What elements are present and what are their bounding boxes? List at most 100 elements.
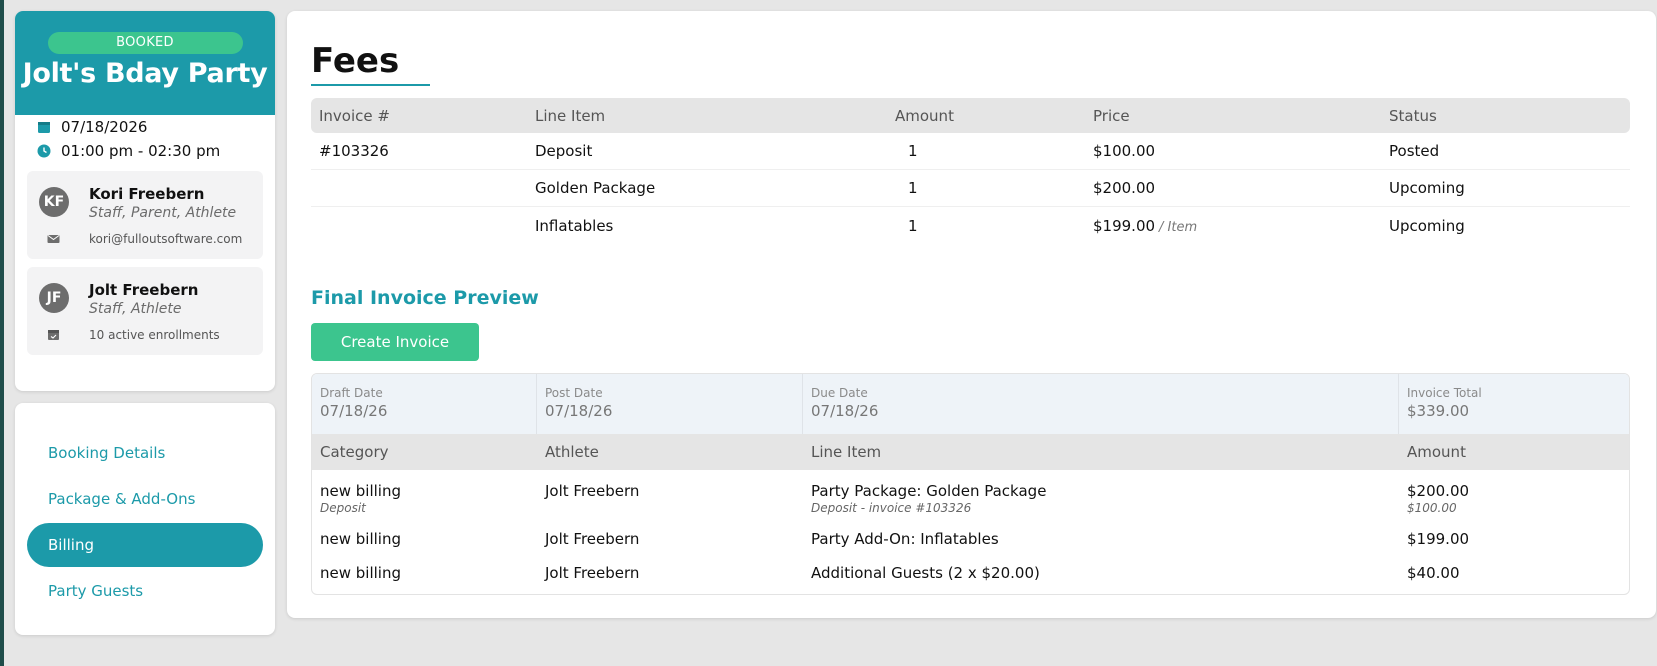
booking-date: 07/18/2026	[61, 118, 148, 136]
table-row: new billing Jolt Freebern Party Add-On: …	[312, 522, 1629, 558]
invoice-total: Invoice Total $339.00	[1399, 374, 1629, 434]
fee-status: Upcoming	[1389, 179, 1465, 197]
clock-icon	[37, 144, 51, 158]
calendar-icon	[38, 122, 50, 133]
athlete: Jolt Freebern	[545, 530, 640, 548]
amount: $40.00	[1407, 564, 1460, 582]
price-unit: / Item	[1159, 219, 1198, 235]
category: new billing	[320, 482, 401, 500]
line-item-cell: Party Package: Golden Package Deposit - …	[803, 482, 1399, 522]
line-item: Additional Guests (2 x $20.00)	[811, 564, 1040, 582]
price: $200.00	[1093, 179, 1389, 197]
invoice-preview: Draft Date 07/18/26 Post Date 07/18/26 D…	[311, 373, 1630, 595]
contact-card[interactable]: JF Jolt Freebern Staff, Athlete 10 activ…	[27, 267, 263, 355]
booking-summary-card: BOOKED Jolt's Bday Party 07/18/2026 01:0…	[15, 11, 275, 391]
draft-date-label: Draft Date	[320, 386, 383, 400]
invoice-total-value: $339.00	[1407, 402, 1470, 420]
create-invoice-button[interactable]: Create Invoice	[311, 323, 479, 361]
price-value: $200.00	[1093, 179, 1156, 197]
category: new billing	[320, 530, 401, 548]
column-header: Amount	[1407, 443, 1466, 461]
enrollment-icon	[48, 330, 59, 340]
billing-panel: Fees Invoice # Line Item Amount Price St…	[287, 11, 1656, 618]
contact-email[interactable]: kori@fulloutsoftware.com	[89, 232, 242, 246]
amount: 1	[908, 142, 918, 160]
line-item: Inflatables	[535, 216, 614, 235]
fees-table: Invoice # Line Item Amount Price Status …	[311, 98, 1630, 244]
category-detail: Deposit	[320, 501, 366, 515]
mail-icon	[47, 235, 60, 243]
line-item-detail: Deposit - invoice #103326	[811, 501, 972, 515]
post-date-label: Post Date	[545, 386, 603, 400]
amount-cell: $200.00 $100.00	[1399, 482, 1629, 522]
post-date: Post Date 07/18/26	[537, 374, 803, 434]
category: new billing	[320, 564, 401, 582]
draft-date: Draft Date 07/18/26	[312, 374, 537, 434]
amount-detail: $100.00	[1407, 501, 1457, 515]
table-row: new billing Deposit Jolt Freebern Party …	[312, 470, 1629, 522]
section-title: Final Invoice Preview	[311, 287, 539, 309]
booking-nav: Booking Details Package & Add-Ons Billin…	[15, 403, 275, 635]
price: $100.00	[1093, 142, 1389, 160]
line-item: Party Add-On: Inflatables	[811, 530, 999, 548]
contact-name: Kori Freebern	[89, 185, 205, 203]
invoice-total-label: Invoice Total	[1407, 386, 1482, 400]
title-underline	[311, 84, 430, 86]
amount: $199.00	[1407, 530, 1470, 548]
invoice-dates: Draft Date 07/18/26 Post Date 07/18/26 D…	[312, 374, 1629, 434]
athlete: Jolt Freebern	[545, 564, 640, 582]
booking-time: 01:00 pm - 02:30 pm	[61, 142, 221, 160]
athlete: Jolt Freebern	[545, 482, 640, 500]
invoice-table-header: Category Athlete Line Item Amount	[312, 434, 1629, 470]
booking-header: BOOKED Jolt's Bday Party	[15, 11, 275, 115]
contact-roles: Staff, Athlete	[89, 301, 182, 317]
column-header: Invoice #	[319, 106, 390, 125]
booking-date-row: 07/18/2026	[15, 115, 275, 139]
table-row[interactable]: Inflatables 1 $199.00/ Item Upcoming	[311, 207, 1630, 244]
column-header: Line Item	[811, 443, 882, 461]
draft-date-value: 07/18/26	[320, 402, 388, 420]
fee-status: Upcoming	[1389, 216, 1465, 235]
fees-table-header: Invoice # Line Item Amount Price Status	[311, 98, 1630, 133]
contact-card[interactable]: KF Kori Freebern Staff, Parent, Athlete …	[27, 171, 263, 259]
nav-item-package-add-ons[interactable]: Package & Add-Ons	[27, 477, 263, 521]
amount: $200.00	[1407, 482, 1470, 500]
avatar: KF	[39, 187, 69, 217]
due-date-label: Due Date	[811, 386, 868, 400]
nav-item-party-guests[interactable]: Party Guests	[27, 569, 263, 613]
column-header: Price	[1093, 106, 1130, 125]
booking-time-row: 01:00 pm - 02:30 pm	[15, 139, 275, 163]
column-header: Category	[320, 443, 389, 461]
status-badge: BOOKED	[47, 32, 243, 54]
column-header: Athlete	[545, 443, 599, 461]
price-value: $199.00	[1093, 216, 1156, 235]
post-date-value: 07/18/26	[545, 402, 613, 420]
window-edge	[0, 0, 4, 666]
amount: 1	[908, 216, 918, 235]
table-row[interactable]: Golden Package 1 $200.00 Upcoming	[311, 170, 1630, 207]
line-item: Deposit	[535, 142, 593, 160]
line-item: Party Package: Golden Package	[811, 482, 1047, 500]
table-row[interactable]: #103326 Deposit 1 $100.00 Posted	[311, 133, 1630, 170]
column-header: Amount	[895, 106, 954, 125]
page-title: Fees	[311, 41, 400, 81]
nav-item-billing[interactable]: Billing	[27, 523, 263, 567]
line-item: Golden Package	[535, 179, 656, 197]
price: $199.00/ Item	[1093, 217, 1389, 235]
due-date: Due Date 07/18/26	[803, 374, 1399, 434]
nav-item-booking-details[interactable]: Booking Details	[27, 431, 263, 475]
contact-name: Jolt Freebern	[89, 281, 199, 299]
column-header: Line Item	[535, 106, 606, 125]
avatar: JF	[39, 283, 69, 313]
category-cell: new billing Deposit	[312, 482, 537, 522]
amount: 1	[908, 179, 918, 197]
fee-status: Posted	[1389, 142, 1440, 160]
due-date-value: 07/18/26	[811, 402, 879, 420]
table-row: new billing Jolt Freebern Additional Gue…	[312, 558, 1629, 594]
contact-enrollments: 10 active enrollments	[89, 328, 220, 342]
column-header: Status	[1389, 106, 1437, 125]
contact-roles: Staff, Parent, Athlete	[89, 205, 237, 221]
booking-title: Jolt's Bday Party	[22, 58, 268, 89]
invoice-number: #103326	[319, 142, 389, 160]
price-value: $100.00	[1093, 142, 1156, 160]
